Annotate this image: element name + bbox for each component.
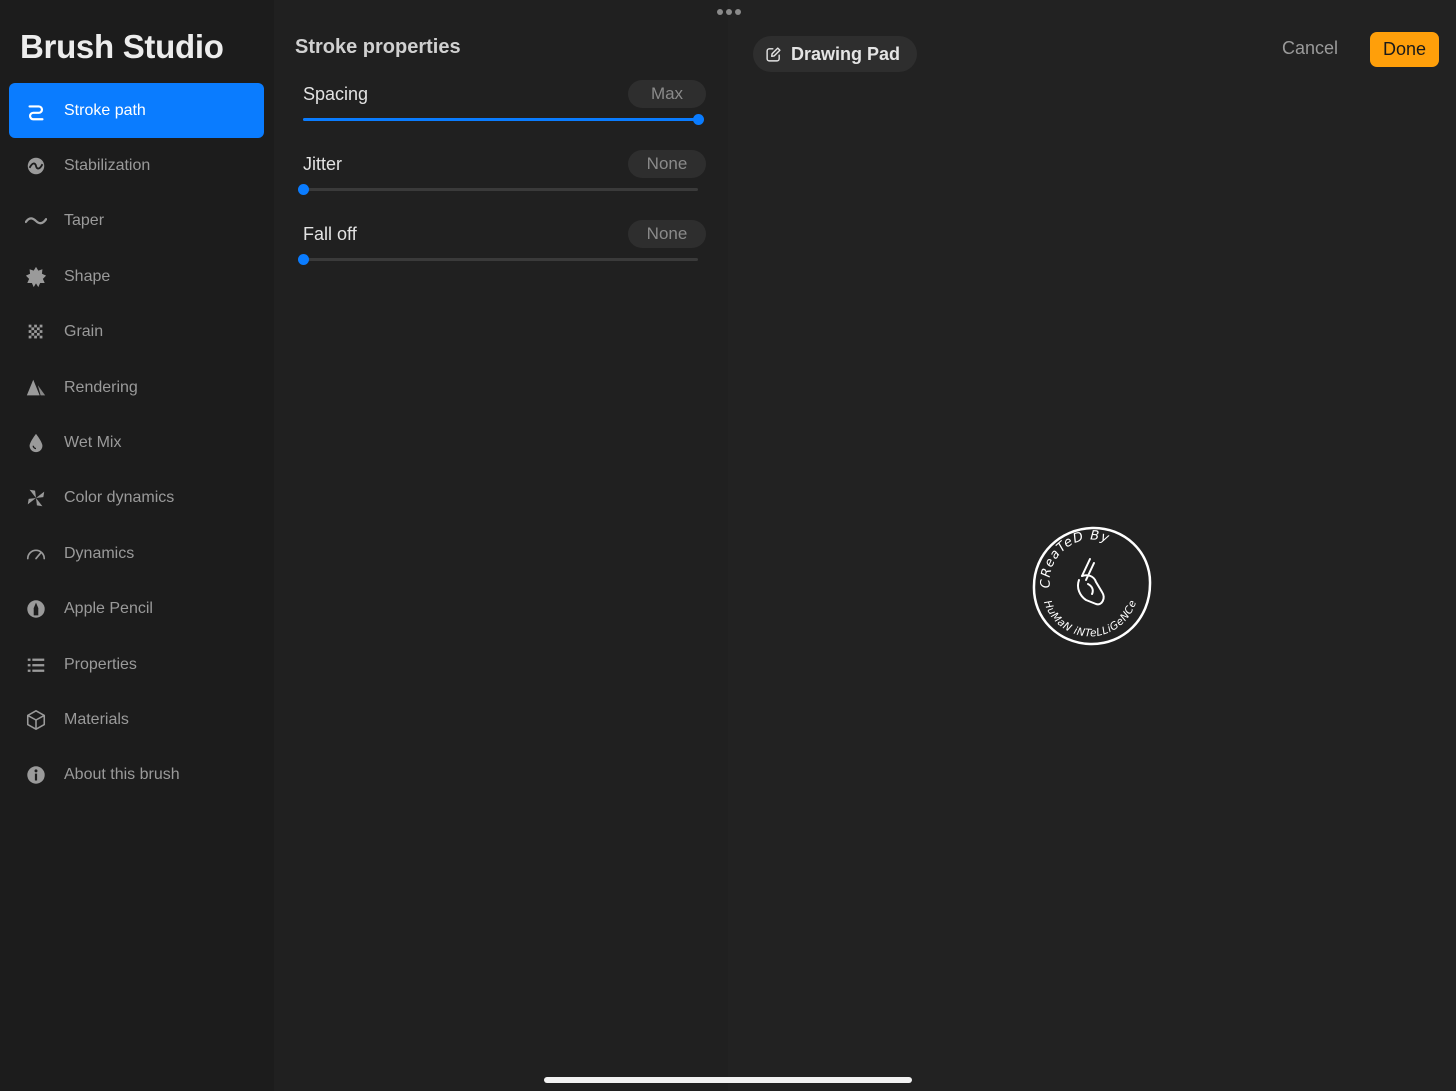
sidebar-item-wet-mix[interactable]: Wet Mix <box>9 415 264 470</box>
wet-mix-icon <box>24 431 48 455</box>
jitter-label: Jitter <box>303 154 343 174</box>
stamp-top-text: CReaTeD By <box>1038 528 1110 588</box>
sidebar-item-label: Wet Mix <box>64 434 122 452</box>
sidebar-item-color-dynamics[interactable]: Color dynamics <box>9 471 264 526</box>
dynamics-icon <box>24 542 48 566</box>
sidebar-item-materials[interactable]: Materials <box>9 692 264 747</box>
sidebar-item-label: Rendering <box>64 378 138 396</box>
spacing-slider-knob[interactable] <box>693 114 704 125</box>
sidebar-item-shape[interactable]: Shape <box>9 249 264 304</box>
spacing-value[interactable]: Max <box>628 80 706 108</box>
sidebar-item-label: Properties <box>64 655 137 673</box>
spacing-setting: Spacing Max <box>303 80 706 140</box>
sidebar-item-label: Materials <box>64 710 129 728</box>
sidebar-item-label: Stabilization <box>64 157 151 175</box>
properties-icon <box>24 653 48 677</box>
home-indicator[interactable] <box>544 1077 912 1083</box>
sidebar-item-label: Grain <box>64 323 104 341</box>
sidebar-item-label: Shape <box>64 267 111 285</box>
shape-icon <box>24 265 48 289</box>
taper-icon <box>24 209 48 233</box>
dot-icon <box>717 9 723 15</box>
sidebar-item-label: Dynamics <box>64 544 135 562</box>
rendering-icon <box>24 376 48 400</box>
dot-icon <box>726 9 732 15</box>
stroke-properties-panel: Stroke properties Spacing Max Jitter Non… <box>274 0 728 1091</box>
sidebar-nav: Stroke path Stabilization Taper Shape Gr… <box>9 83 264 803</box>
materials-icon <box>24 708 48 732</box>
sidebar-item-dynamics[interactable]: Dynamics <box>9 526 264 581</box>
svg-text:CReaTeD By: CReaTeD By <box>1038 528 1111 588</box>
fall-off-slider[interactable] <box>298 254 698 265</box>
apple-pencil-icon <box>24 597 48 621</box>
sidebar-item-properties[interactable]: Properties <box>9 637 264 692</box>
cancel-button[interactable]: Cancel <box>1282 38 1338 59</box>
fall-off-label: Fall off <box>303 224 357 244</box>
jitter-slider-knob[interactable] <box>298 184 309 195</box>
dot-icon <box>735 9 741 15</box>
sidebar-item-stroke-path[interactable]: Stroke path <box>9 83 264 139</box>
sidebar-item-apple-pencil[interactable]: Apple Pencil <box>9 582 264 637</box>
fall-off-slider-knob[interactable] <box>298 254 309 265</box>
stabilization-icon <box>24 154 48 178</box>
jitter-value[interactable]: None <box>628 150 706 178</box>
jitter-slider[interactable] <box>298 184 698 195</box>
stroke-path-icon <box>24 99 48 123</box>
spacing-label: Spacing <box>303 84 369 104</box>
sidebar: Brush Studio Stroke path Stabilization T… <box>0 0 274 1091</box>
human-intelligence-stamp: CReaTeD By HuMaN iNTeLLiGeNCe <box>1032 526 1152 646</box>
sidebar-item-label: About this brush <box>64 766 180 784</box>
sidebar-item-taper[interactable]: Taper <box>9 194 264 249</box>
fall-off-value[interactable]: None <box>628 220 706 248</box>
drawing-pad-button[interactable]: Drawing Pad <box>753 36 918 72</box>
spacing-slider-fill <box>303 118 698 121</box>
app-title: Brush Studio <box>20 28 224 65</box>
sidebar-item-label: Apple Pencil <box>64 600 153 618</box>
about-icon <box>24 763 48 787</box>
sidebar-item-stabilization[interactable]: Stabilization <box>9 138 264 193</box>
hand-gesture-icon <box>1076 558 1105 606</box>
edit-icon <box>766 46 781 62</box>
sidebar-item-label: Taper <box>64 212 105 230</box>
panel-title: Stroke properties <box>295 36 461 58</box>
sidebar-item-label: Stroke path <box>64 101 146 119</box>
spacing-slider[interactable] <box>303 114 704 125</box>
color-dynamics-icon <box>24 486 48 510</box>
sidebar-item-label: Color dynamics <box>64 489 175 507</box>
multitasking-handle[interactable] <box>717 9 741 17</box>
sidebar-item-about[interactable]: About this brush <box>9 748 264 803</box>
grain-icon <box>24 320 48 344</box>
fall-off-setting: Fall off None <box>298 220 706 280</box>
jitter-setting: Jitter None <box>298 150 706 210</box>
done-button[interactable]: Done <box>1370 32 1439 67</box>
drawing-pad-label: Drawing Pad <box>791 43 901 64</box>
sidebar-item-grain[interactable]: Grain <box>9 305 264 360</box>
sidebar-item-rendering[interactable]: Rendering <box>9 360 264 415</box>
